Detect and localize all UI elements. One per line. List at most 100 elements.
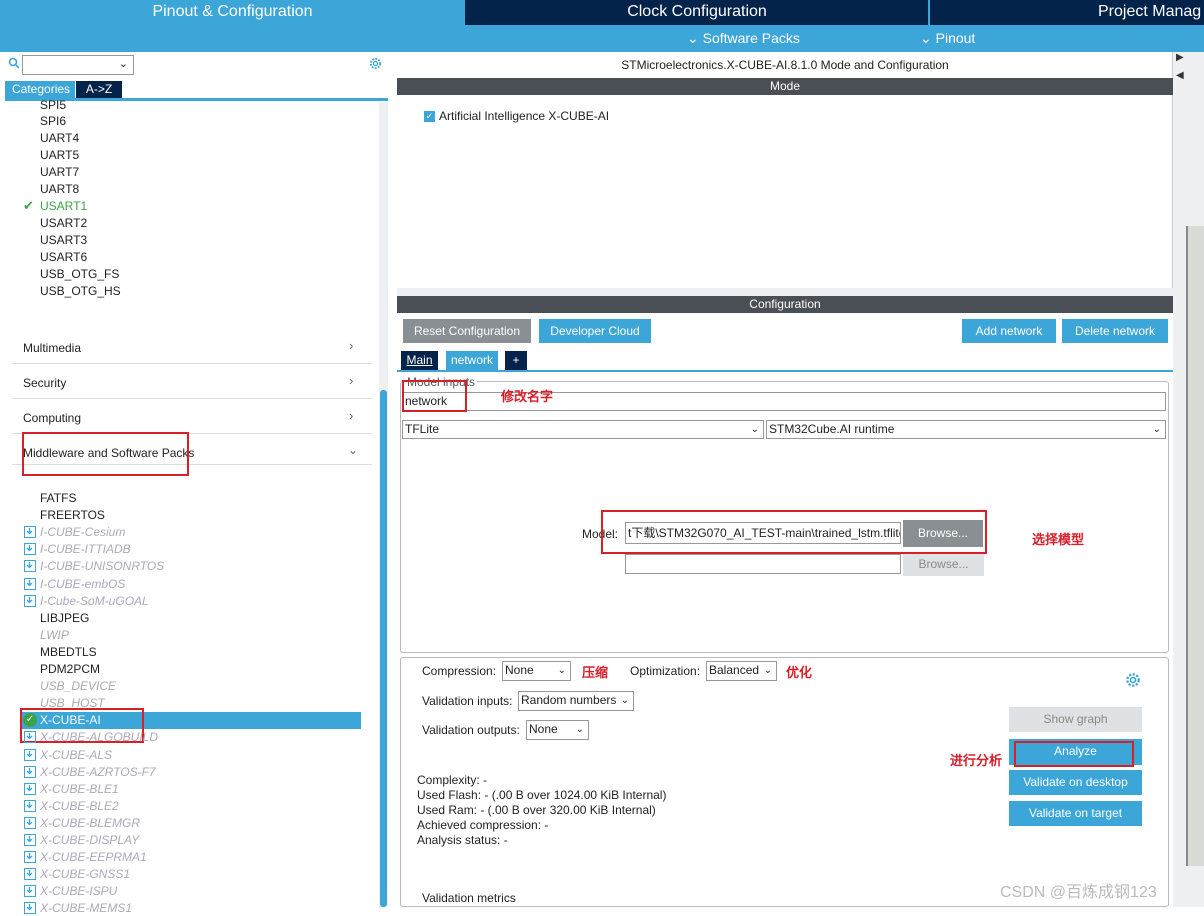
annotation-rename: 修改名字 [501, 389, 554, 404]
list-item[interactable]: USB_OTG_FS [40, 266, 119, 282]
list-item[interactable]: LIBJPEG [40, 610, 89, 626]
list-item[interactable]: USART6 [40, 249, 87, 265]
list-item[interactable]: SPI5 [40, 100, 66, 110]
highlight-box [601, 510, 987, 554]
download-icon [24, 577, 36, 590]
analysis-stat: Used Flash: - (.00 B over 1024.00 KiB In… [417, 788, 667, 802]
list-item[interactable]: USART2 [40, 215, 87, 231]
list-item[interactable]: I-CUBE-Cesium [40, 524, 125, 540]
list-item[interactable]: UART7 [40, 164, 79, 180]
analysis-stat: Complexity: - [417, 773, 488, 787]
validate-desktop-button[interactable]: Validate on desktop [1009, 770, 1142, 795]
watermark: CSDN @百炼成钢123 [1000, 884, 1157, 901]
list-item[interactable]: X-CUBE-BLEMGR [40, 815, 140, 831]
configuration-header: Configuration [397, 296, 1173, 313]
list-item[interactable]: X-CUBE-ISPU [40, 883, 117, 899]
list-item[interactable]: X-CUBE-BLE1 [40, 781, 119, 797]
list-item[interactable]: USART1 [40, 198, 87, 214]
annotation-select-model: 选择模型 [1032, 532, 1085, 547]
search-icon[interactable] [8, 57, 20, 72]
download-icon [24, 748, 36, 761]
download-icon [24, 868, 36, 881]
list-item[interactable]: X-CUBE-EEPRMA1 [40, 849, 147, 865]
list-item[interactable]: X-CUBE-GNSS1 [40, 866, 130, 882]
category-computing[interactable]: Computing [23, 411, 81, 425]
runtime-select[interactable]: STM32Cube.AI runtime ⌄ [766, 420, 1166, 439]
download-icon [24, 799, 36, 812]
download-icon [24, 782, 36, 795]
gear-icon[interactable] [368, 56, 383, 74]
optimization-select[interactable]: Balanced ⌄ [706, 661, 777, 681]
gear-icon[interactable] [1124, 671, 1142, 692]
download-icon [24, 816, 36, 829]
search-input[interactable]: ⌄ [22, 55, 134, 75]
list-item[interactable]: I-CUBE-UNISONRTOS [40, 558, 164, 574]
tab-clock-configuration[interactable]: Clock Configuration [466, 0, 928, 25]
download-icon [24, 526, 36, 539]
software-packs-menu[interactable]: ⌄ Software Packs [687, 25, 800, 52]
list-item[interactable]: X-CUBE-AZRTOS-F7 [40, 764, 156, 780]
download-icon [24, 731, 36, 744]
highlight-box [402, 380, 467, 412]
validation-outputs-select[interactable]: None ⌄ [526, 720, 589, 740]
list-item[interactable]: PDM2PCM [40, 661, 100, 677]
analysis-stat: Analysis status: - [417, 833, 508, 847]
add-network-button[interactable]: Add network [962, 319, 1056, 343]
annotation-analyze: 进行分析 [950, 753, 1003, 768]
download-icon [24, 594, 36, 607]
list-item[interactable]: USB_DEVICE [40, 678, 116, 694]
framework-select[interactable]: TFLite ⌄ [402, 420, 764, 439]
subtab-network[interactable]: network [446, 351, 498, 370]
subtab-main[interactable]: Main [401, 351, 438, 370]
tab-categories[interactable]: Categories [5, 81, 75, 98]
left-scrollbar-thumb[interactable] [380, 390, 387, 907]
mode-header: Mode [397, 78, 1173, 95]
validation-inputs-select[interactable]: Random numbers ⌄ [518, 691, 634, 711]
delete-network-button[interactable]: Delete network [1062, 319, 1168, 343]
tab-project-manager[interactable]: Project Manag [1060, 0, 1204, 25]
list-item[interactable]: UART4 [40, 130, 79, 146]
category-security[interactable]: Security [23, 376, 66, 390]
list-item[interactable]: X-CUBE-AI [40, 712, 101, 728]
list-item[interactable]: FATFS [40, 490, 76, 506]
chevron-down-icon: ⌄ [348, 443, 359, 457]
list-item[interactable]: UART5 [40, 147, 79, 163]
ai-checkbox[interactable]: ✓ [424, 111, 435, 122]
add-tab-button[interactable]: + [505, 351, 527, 370]
pinout-menu[interactable]: ⌄ Pinout [920, 25, 975, 52]
validate-target-button[interactable]: Validate on target [1009, 801, 1142, 826]
validation-inputs-label: Validation inputs: [422, 694, 513, 708]
tab-pinout-configuration[interactable]: Pinout & Configuration [0, 0, 465, 25]
reset-configuration-button[interactable]: Reset Configuration [403, 319, 531, 343]
list-item[interactable]: X-CUBE-DISPLAY [40, 832, 139, 848]
developer-cloud-button[interactable]: Developer Cloud [539, 319, 651, 343]
list-item[interactable]: I-Cube-SoM-uGOAL [40, 593, 149, 609]
download-icon [24, 885, 36, 898]
list-item[interactable]: X-CUBE-ALGOBUILD [40, 729, 158, 745]
list-item[interactable]: LWIP [40, 627, 69, 643]
compression-label: Compression: [422, 664, 497, 678]
validation-outputs-label: Validation outputs: [422, 723, 520, 737]
list-item[interactable]: SPI6 [40, 113, 66, 129]
category-multimedia[interactable]: Multimedia [23, 341, 81, 355]
list-item[interactable]: USB_OTG_HS [40, 283, 121, 299]
list-item[interactable]: FREERTOS [40, 507, 105, 523]
download-icon [24, 543, 36, 556]
list-item[interactable]: I-CUBE-ITTIADB [40, 541, 131, 557]
validation-metrics-label: Validation metrics [422, 891, 516, 905]
show-graph-button[interactable]: Show graph [1009, 707, 1142, 732]
list-item[interactable]: USART3 [40, 232, 87, 248]
chevron-right-icon: › [349, 408, 354, 423]
list-item[interactable]: X-CUBE-ALS [40, 747, 112, 763]
list-item[interactable]: MBEDTLS [40, 644, 97, 660]
browse-button-2[interactable]: Browse... [903, 553, 984, 576]
list-item[interactable]: X-CUBE-MEMS1 [40, 900, 132, 916]
compression-select[interactable]: None ⌄ [502, 661, 571, 681]
tab-a-z[interactable]: A->Z [76, 81, 122, 98]
highlight-box [1014, 741, 1134, 767]
download-icon [24, 560, 36, 573]
list-item[interactable]: X-CUBE-BLE2 [40, 798, 119, 814]
list-item[interactable]: UART8 [40, 181, 79, 197]
list-item[interactable]: I-CUBE-embOS [40, 576, 125, 592]
second-path-input[interactable] [625, 554, 901, 574]
